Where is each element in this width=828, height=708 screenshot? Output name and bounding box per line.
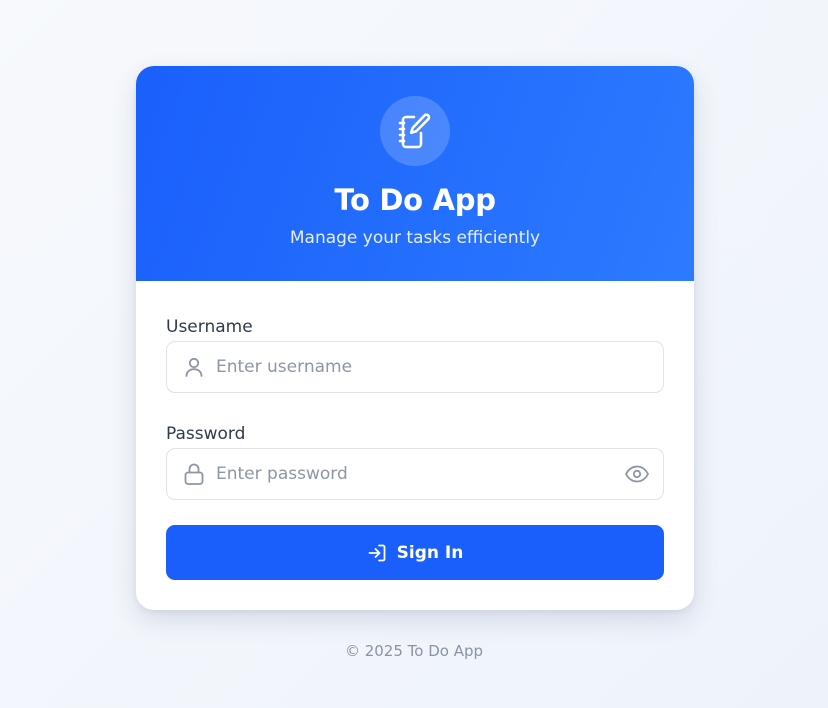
user-icon — [182, 355, 206, 379]
username-input[interactable] — [216, 342, 606, 392]
sign-in-icon — [368, 544, 386, 561]
login-card: To Do App Manage your tasks efficiently … — [136, 66, 694, 610]
card-header: To Do App Manage your tasks efficiently — [136, 66, 694, 281]
notebook-pen-icon — [398, 113, 431, 149]
app-title: To Do App — [334, 183, 496, 217]
password-input[interactable] — [216, 449, 606, 499]
app-logo — [380, 96, 450, 166]
username-field[interactable] — [166, 341, 664, 393]
password-field[interactable] — [166, 448, 664, 500]
password-label: Password — [166, 424, 246, 444]
app-subtitle: Manage your tasks efficiently — [289, 228, 541, 248]
sign-in-label: Sign In — [396, 542, 464, 563]
lock-icon — [182, 462, 206, 486]
copyright-footer: © 2025 To Do App — [344, 642, 484, 660]
username-label: Username — [166, 317, 253, 337]
eye-icon — [625, 465, 649, 483]
show-password-toggle[interactable] — [624, 462, 650, 486]
sign-in-button[interactable]: Sign In — [166, 525, 664, 580]
